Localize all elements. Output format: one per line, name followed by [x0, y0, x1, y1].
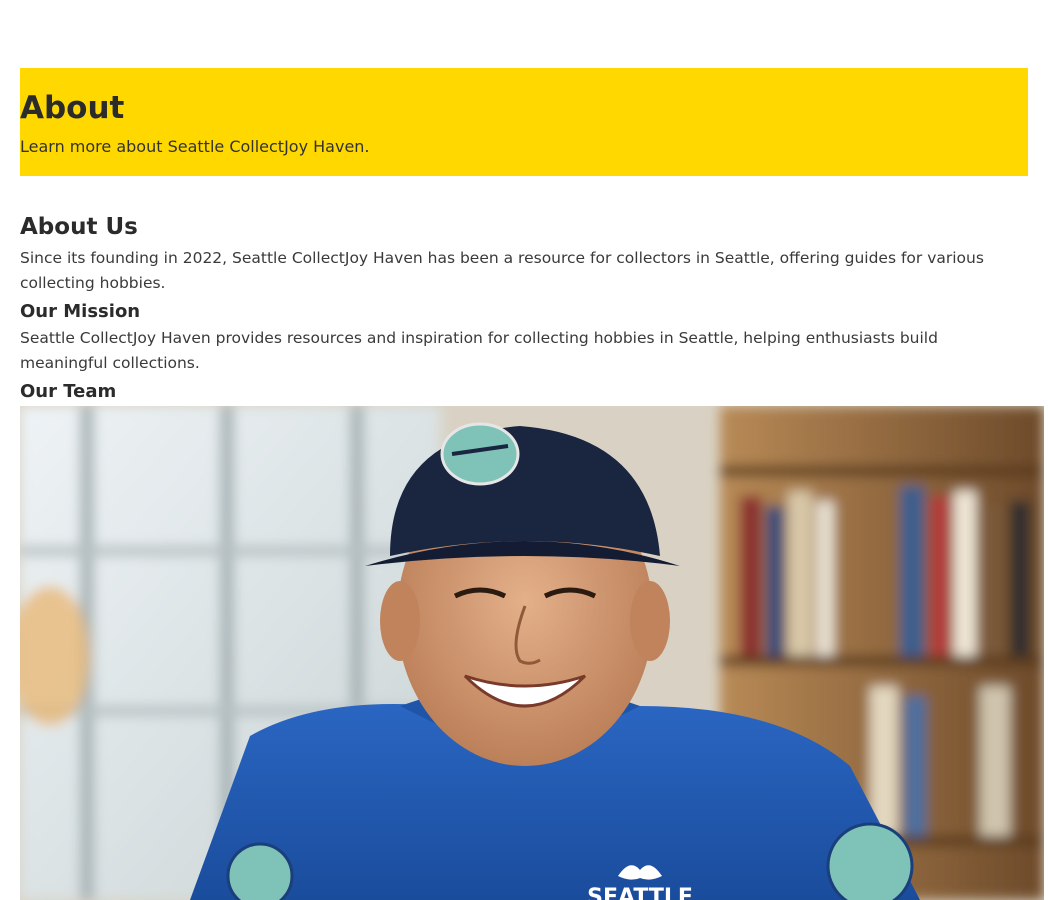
page-title: About — [20, 90, 125, 126]
team-member-photo: SEATTLE — [20, 406, 1044, 900]
shirt-text: SEATTLE — [587, 885, 693, 900]
our-mission-text: Seattle CollectJoy Haven provides resour… — [20, 329, 938, 372]
about-content: About Us Since its founding in 2022, Sea… — [20, 208, 1020, 406]
our-team-heading: Our Team — [20, 381, 117, 402]
page-subtitle: Learn more about Seattle CollectJoy Have… — [20, 137, 370, 156]
our-mission-heading: Our Mission — [20, 301, 141, 322]
about-us-heading: About Us — [20, 214, 138, 240]
about-us-text: Since its founding in 2022, Seattle Coll… — [20, 249, 984, 292]
hero-banner: About Learn more about Seattle CollectJo… — [20, 68, 1028, 176]
